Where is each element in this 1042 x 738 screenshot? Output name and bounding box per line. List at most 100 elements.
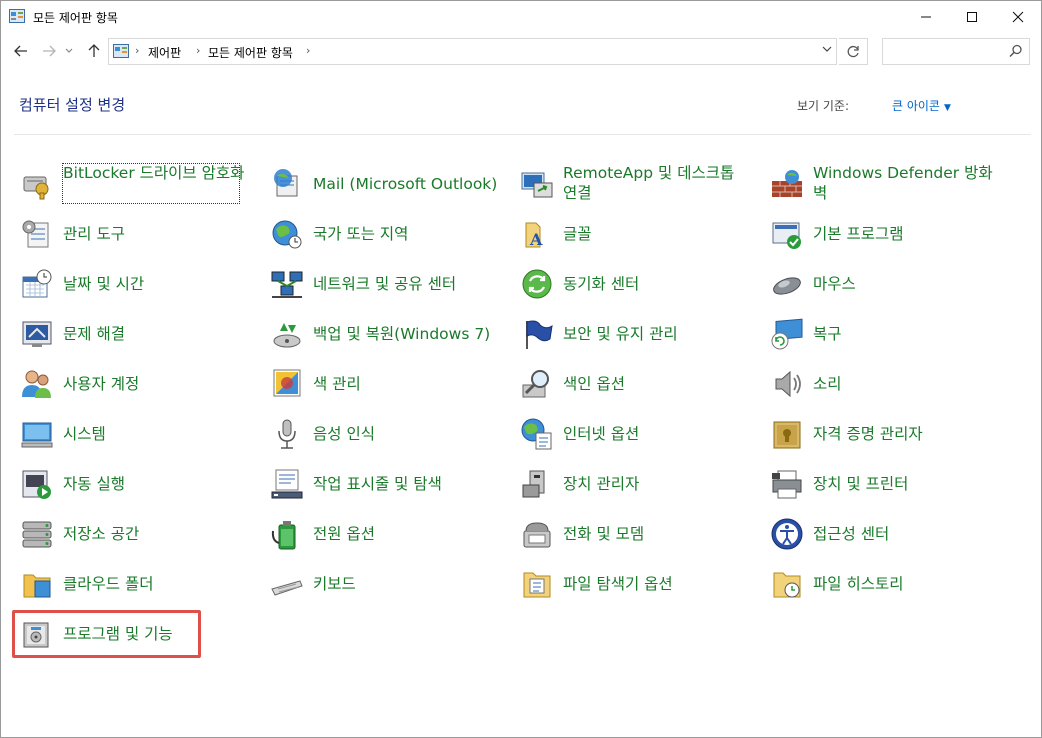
date-time-icon[interactable] — [20, 267, 54, 301]
fonts-icon[interactable]: A — [520, 217, 554, 251]
backup-icon[interactable] — [270, 317, 304, 351]
control-panel-item-label[interactable]: 저장소 공간 — [63, 524, 139, 544]
control-panel-item-label[interactable]: 사용자 계정 — [63, 374, 139, 394]
accessibility-icon[interactable] — [770, 517, 804, 551]
keyboard-icon[interactable] — [270, 567, 304, 601]
control-panel-item-label[interactable]: 접근성 센터 — [813, 524, 889, 544]
address-bar[interactable]: › 제어판 › 모든 제어판 항목 › — [108, 38, 837, 65]
control-panel-item-label[interactable]: 파일 탐색기 옵션 — [563, 574, 673, 594]
control-panel-item-label[interactable]: 시스템 — [63, 424, 106, 444]
control-panel-item[interactable]: 동기화 센터 — [520, 261, 756, 307]
power-icon[interactable] — [270, 517, 304, 551]
control-panel-item-label[interactable]: Windows Defender 방화벽 — [813, 163, 1003, 203]
security-flag-icon[interactable] — [520, 317, 554, 351]
control-panel-item[interactable]: 접근성 센터 — [770, 511, 1006, 557]
sync-icon[interactable] — [520, 267, 554, 301]
control-panel-item-label[interactable]: 복구 — [813, 324, 842, 344]
control-panel-item[interactable]: 저장소 공간 — [20, 511, 256, 557]
control-panel-item[interactable]: 소리 — [770, 361, 1006, 407]
control-panel-item-label[interactable]: Mail (Microsoft Outlook) — [313, 174, 497, 194]
forward-button[interactable] — [39, 41, 59, 61]
control-panel-item[interactable]: 날짜 및 시간 — [20, 261, 256, 307]
control-panel-item[interactable]: 파일 탐색기 옵션 — [520, 561, 756, 607]
control-panel-item-label[interactable]: 전화 및 모뎀 — [563, 524, 644, 544]
address-dropdown-button[interactable] — [822, 43, 832, 56]
mail-icon[interactable] — [270, 167, 304, 201]
breadcrumb-separator-icon[interactable]: › — [196, 44, 200, 57]
control-panel-item-label[interactable]: 백업 및 복원(Windows 7) — [313, 324, 490, 344]
view-by-value[interactable]: 큰 아이콘 — [892, 99, 940, 113]
maximize-button[interactable] — [949, 1, 995, 32]
breadcrumb-separator-icon[interactable]: › — [306, 44, 310, 57]
close-button[interactable] — [995, 1, 1041, 32]
control-panel-item[interactable]: 파일 히스토리 — [770, 561, 1006, 607]
control-panel-item[interactable]: 관리 도구 — [20, 211, 256, 257]
indexing-icon[interactable] — [520, 367, 554, 401]
control-panel-item-label[interactable]: 보안 및 유지 관리 — [563, 324, 678, 344]
credential-icon[interactable] — [770, 417, 804, 451]
control-panel-item[interactable]: 자격 증명 관리자 — [770, 411, 1006, 457]
mouse-icon[interactable] — [770, 267, 804, 301]
control-panel-item-label[interactable]: 음성 인식 — [313, 424, 375, 444]
recovery-icon[interactable] — [770, 317, 804, 351]
bitlocker-icon[interactable] — [20, 167, 54, 201]
device-manager-icon[interactable] — [520, 467, 554, 501]
control-panel-item[interactable]: Mail (Microsoft Outlook) — [270, 161, 506, 207]
control-panel-item[interactable]: 사용자 계정 — [20, 361, 256, 407]
control-panel-item[interactable]: 작업 표시줄 및 탐색 — [270, 461, 506, 507]
search-box[interactable] — [882, 38, 1030, 65]
control-panel-item[interactable]: 클라우드 폴더 — [20, 561, 256, 607]
control-panel-item[interactable]: 색인 옵션 — [520, 361, 756, 407]
sound-icon[interactable] — [770, 367, 804, 401]
breadcrumb-control-panel[interactable]: 제어판 — [148, 44, 181, 61]
control-panel-item-label[interactable]: 날짜 및 시간 — [63, 274, 144, 294]
default-programs-icon[interactable] — [770, 217, 804, 251]
control-panel-item[interactable]: 장치 관리자 — [520, 461, 756, 507]
up-button[interactable] — [84, 41, 104, 61]
taskbar-icon[interactable] — [270, 467, 304, 501]
recent-locations-button[interactable] — [63, 41, 75, 61]
control-panel-item[interactable]: A 글꼴 — [520, 211, 756, 257]
region-icon[interactable] — [270, 217, 304, 251]
remoteapp-icon[interactable] — [520, 167, 554, 201]
control-panel-item-label[interactable]: 기본 프로그램 — [813, 224, 904, 244]
control-panel-item-label[interactable]: 작업 표시줄 및 탐색 — [313, 474, 442, 494]
control-panel-item-label[interactable]: 파일 히스토리 — [813, 574, 904, 594]
minimize-button[interactable] — [903, 1, 949, 32]
control-panel-item-label[interactable]: 장치 및 프린터 — [813, 474, 908, 494]
control-panel-item[interactable]: 마우스 — [770, 261, 1006, 307]
control-panel-item[interactable]: 국가 또는 지역 — [270, 211, 506, 257]
cloud-folder-icon[interactable] — [20, 567, 54, 601]
control-panel-item[interactable]: 인터넷 옵션 — [520, 411, 756, 457]
control-panel-item-label[interactable]: 색인 옵션 — [563, 374, 625, 394]
control-panel-item-label[interactable]: 전원 옵션 — [313, 524, 375, 544]
control-panel-item-label[interactable]: 자동 실행 — [63, 474, 125, 494]
control-panel-item-label[interactable]: RemoteApp 및 데스크톱 연결 — [563, 163, 753, 203]
control-panel-item[interactable]: 색 관리 — [270, 361, 506, 407]
phone-icon[interactable] — [520, 517, 554, 551]
file-history-icon[interactable] — [770, 567, 804, 601]
control-panel-item[interactable]: 전화 및 모뎀 — [520, 511, 756, 557]
control-panel-item[interactable]: 키보드 — [270, 561, 506, 607]
control-panel-item-label[interactable]: 소리 — [813, 374, 842, 394]
view-by-dropdown[interactable]: 큰 아이콘 ▼ — [892, 97, 951, 114]
control-panel-item[interactable]: 장치 및 프린터 — [770, 461, 1006, 507]
control-panel-item[interactable]: RemoteApp 및 데스크톱 연결 — [520, 161, 756, 207]
search-input[interactable] — [887, 42, 1006, 62]
system-icon[interactable] — [20, 417, 54, 451]
control-panel-item[interactable]: Windows Defender 방화벽 — [770, 161, 1006, 207]
control-panel-item-label[interactable]: 자격 증명 관리자 — [813, 424, 923, 444]
refresh-button[interactable] — [839, 38, 868, 65]
firewall-icon[interactable] — [770, 167, 804, 201]
autoplay-icon[interactable] — [20, 467, 54, 501]
control-panel-item[interactable]: 시스템 — [20, 411, 256, 457]
back-button[interactable] — [11, 41, 31, 61]
control-panel-item[interactable]: 백업 및 복원(Windows 7) — [270, 311, 506, 357]
internet-options-icon[interactable] — [520, 417, 554, 451]
control-panel-item[interactable]: BitLocker 드라이브 암호화 — [20, 161, 256, 207]
troubleshoot-icon[interactable] — [20, 317, 54, 351]
control-panel-item[interactable]: 자동 실행 — [20, 461, 256, 507]
control-panel-item-label[interactable]: 네트워크 및 공유 센터 — [313, 274, 456, 294]
control-panel-item-label[interactable]: 장치 관리자 — [563, 474, 639, 494]
user-accounts-icon[interactable] — [20, 367, 54, 401]
